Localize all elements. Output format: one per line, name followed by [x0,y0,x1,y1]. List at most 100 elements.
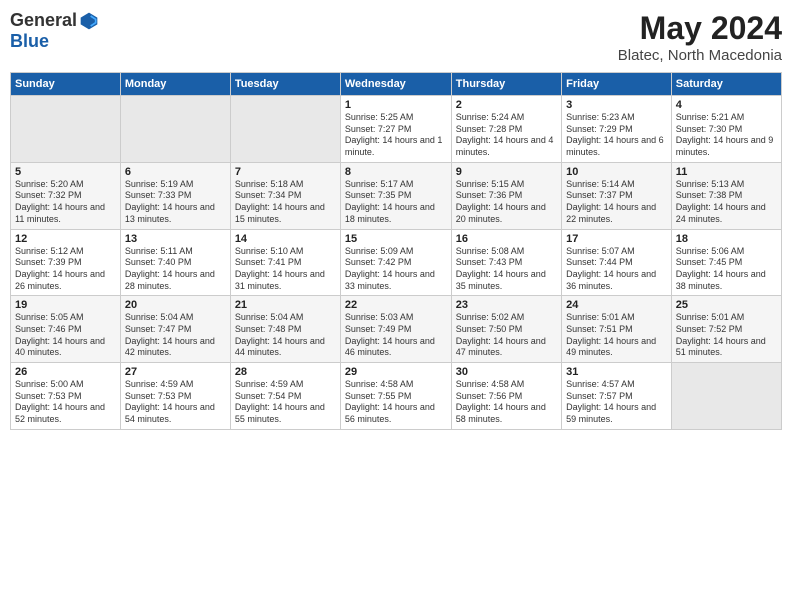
col-monday: Monday [120,73,230,96]
day-info: Sunrise: 5:08 AMSunset: 7:43 PMDaylight:… [456,246,557,293]
day-number: 1 [345,99,447,111]
title-block: May 2024 Blatec, North Macedonia [618,10,782,64]
day-number: 11 [676,166,777,178]
day-number: 29 [345,366,447,378]
logo-blue-text: Blue [10,31,49,51]
day-number: 24 [566,299,667,311]
day-info: Sunrise: 4:59 AMSunset: 7:53 PMDaylight:… [125,379,226,426]
day-number: 8 [345,166,447,178]
table-row: 13 Sunrise: 5:11 AMSunset: 7:40 PMDaylig… [120,229,230,296]
table-row: 16 Sunrise: 5:08 AMSunset: 7:43 PMDaylig… [451,229,561,296]
logo-general-text: General [10,10,77,31]
day-info: Sunrise: 5:25 AMSunset: 7:27 PMDaylight:… [345,112,447,159]
day-info: Sunrise: 5:07 AMSunset: 7:44 PMDaylight:… [566,246,667,293]
day-info: Sunrise: 5:12 AMSunset: 7:39 PMDaylight:… [15,246,116,293]
table-row: 4 Sunrise: 5:21 AMSunset: 7:30 PMDayligh… [671,96,781,163]
day-number: 25 [676,299,777,311]
col-thursday: Thursday [451,73,561,96]
table-row [671,363,781,430]
table-row: 10 Sunrise: 5:14 AMSunset: 7:37 PMDaylig… [562,162,672,229]
day-info: Sunrise: 5:23 AMSunset: 7:29 PMDaylight:… [566,112,667,159]
day-info: Sunrise: 5:03 AMSunset: 7:49 PMDaylight:… [345,312,447,359]
table-row: 17 Sunrise: 5:07 AMSunset: 7:44 PMDaylig… [562,229,672,296]
table-row: 18 Sunrise: 5:06 AMSunset: 7:45 PMDaylig… [671,229,781,296]
day-info: Sunrise: 5:06 AMSunset: 7:45 PMDaylight:… [676,246,777,293]
day-info: Sunrise: 4:59 AMSunset: 7:54 PMDaylight:… [235,379,336,426]
col-tuesday: Tuesday [230,73,340,96]
header: General Blue May 2024 Blatec, North Mace… [10,10,782,64]
day-info: Sunrise: 5:04 AMSunset: 7:47 PMDaylight:… [125,312,226,359]
table-row [230,96,340,163]
calendar: Sunday Monday Tuesday Wednesday Thursday… [10,72,782,430]
day-number: 13 [125,233,226,245]
day-number: 10 [566,166,667,178]
col-friday: Friday [562,73,672,96]
day-number: 18 [676,233,777,245]
day-info: Sunrise: 4:57 AMSunset: 7:57 PMDaylight:… [566,379,667,426]
day-info: Sunrise: 5:14 AMSunset: 7:37 PMDaylight:… [566,179,667,226]
day-number: 21 [235,299,336,311]
day-number: 30 [456,366,557,378]
day-number: 16 [456,233,557,245]
day-number: 20 [125,299,226,311]
day-number: 7 [235,166,336,178]
table-row: 14 Sunrise: 5:10 AMSunset: 7:41 PMDaylig… [230,229,340,296]
calendar-week-row: 26 Sunrise: 5:00 AMSunset: 7:53 PMDaylig… [11,363,782,430]
table-row: 5 Sunrise: 5:20 AMSunset: 7:32 PMDayligh… [11,162,121,229]
table-row: 3 Sunrise: 5:23 AMSunset: 7:29 PMDayligh… [562,96,672,163]
table-row: 20 Sunrise: 5:04 AMSunset: 7:47 PMDaylig… [120,296,230,363]
day-number: 2 [456,99,557,111]
day-info: Sunrise: 5:20 AMSunset: 7:32 PMDaylight:… [15,179,116,226]
day-info: Sunrise: 5:05 AMSunset: 7:46 PMDaylight:… [15,312,116,359]
day-info: Sunrise: 5:24 AMSunset: 7:28 PMDaylight:… [456,112,557,159]
day-number: 31 [566,366,667,378]
day-info: Sunrise: 5:01 AMSunset: 7:51 PMDaylight:… [566,312,667,359]
day-number: 14 [235,233,336,245]
day-number: 15 [345,233,447,245]
day-info: Sunrise: 5:10 AMSunset: 7:41 PMDaylight:… [235,246,336,293]
table-row: 12 Sunrise: 5:12 AMSunset: 7:39 PMDaylig… [11,229,121,296]
table-row [11,96,121,163]
logo-icon [79,11,99,31]
table-row: 15 Sunrise: 5:09 AMSunset: 7:42 PMDaylig… [340,229,451,296]
table-row: 11 Sunrise: 5:13 AMSunset: 7:38 PMDaylig… [671,162,781,229]
table-row: 29 Sunrise: 4:58 AMSunset: 7:55 PMDaylig… [340,363,451,430]
table-row: 8 Sunrise: 5:17 AMSunset: 7:35 PMDayligh… [340,162,451,229]
day-number: 5 [15,166,116,178]
day-info: Sunrise: 5:13 AMSunset: 7:38 PMDaylight:… [676,179,777,226]
table-row: 28 Sunrise: 4:59 AMSunset: 7:54 PMDaylig… [230,363,340,430]
day-info: Sunrise: 5:18 AMSunset: 7:34 PMDaylight:… [235,179,336,226]
logo: General Blue [10,10,99,52]
day-number: 27 [125,366,226,378]
day-number: 23 [456,299,557,311]
day-number: 28 [235,366,336,378]
day-number: 22 [345,299,447,311]
table-row: 27 Sunrise: 4:59 AMSunset: 7:53 PMDaylig… [120,363,230,430]
day-number: 26 [15,366,116,378]
day-info: Sunrise: 5:00 AMSunset: 7:53 PMDaylight:… [15,379,116,426]
day-number: 3 [566,99,667,111]
day-number: 6 [125,166,226,178]
day-info: Sunrise: 5:11 AMSunset: 7:40 PMDaylight:… [125,246,226,293]
page: General Blue May 2024 Blatec, North Mace… [0,0,792,612]
calendar-week-row: 1 Sunrise: 5:25 AMSunset: 7:27 PMDayligh… [11,96,782,163]
table-row: 1 Sunrise: 5:25 AMSunset: 7:27 PMDayligh… [340,96,451,163]
title-location: Blatec, North Macedonia [618,47,782,64]
col-sunday: Sunday [11,73,121,96]
day-number: 9 [456,166,557,178]
day-info: Sunrise: 5:17 AMSunset: 7:35 PMDaylight:… [345,179,447,226]
day-info: Sunrise: 5:09 AMSunset: 7:42 PMDaylight:… [345,246,447,293]
day-info: Sunrise: 5:02 AMSunset: 7:50 PMDaylight:… [456,312,557,359]
table-row: 24 Sunrise: 5:01 AMSunset: 7:51 PMDaylig… [562,296,672,363]
day-info: Sunrise: 5:19 AMSunset: 7:33 PMDaylight:… [125,179,226,226]
day-info: Sunrise: 4:58 AMSunset: 7:55 PMDaylight:… [345,379,447,426]
day-info: Sunrise: 5:04 AMSunset: 7:48 PMDaylight:… [235,312,336,359]
day-info: Sunrise: 5:01 AMSunset: 7:52 PMDaylight:… [676,312,777,359]
table-row: 2 Sunrise: 5:24 AMSunset: 7:28 PMDayligh… [451,96,561,163]
day-info: Sunrise: 4:58 AMSunset: 7:56 PMDaylight:… [456,379,557,426]
table-row: 25 Sunrise: 5:01 AMSunset: 7:52 PMDaylig… [671,296,781,363]
day-number: 17 [566,233,667,245]
table-row: 31 Sunrise: 4:57 AMSunset: 7:57 PMDaylig… [562,363,672,430]
calendar-header-row: Sunday Monday Tuesday Wednesday Thursday… [11,73,782,96]
day-number: 19 [15,299,116,311]
